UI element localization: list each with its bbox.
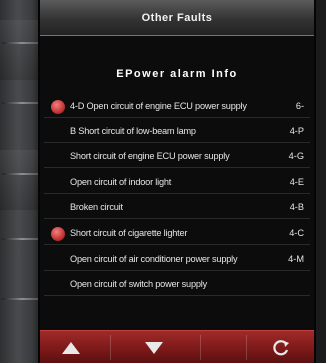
refresh-button[interactable] (256, 335, 306, 360)
refresh-icon (273, 339, 289, 355)
display-screen: Other Faults EPower alarm Info 4-D Open … (38, 0, 316, 363)
fault-code: 4-M (288, 254, 304, 264)
toolbar-divider (200, 335, 201, 360)
fault-text: 4-D Open circuit of engine ECU power sup… (70, 101, 247, 111)
alarm-dot-icon (51, 100, 65, 114)
fault-row[interactable]: Open circuit of indoor light 4-E (44, 172, 310, 194)
fault-row[interactable]: Open circuit of air conditioner power su… (44, 249, 310, 271)
fault-code: 6- (295, 101, 304, 111)
fault-text: Short circuit of engine ECU power supply (70, 151, 230, 161)
fault-code: 4-C (289, 228, 304, 238)
fault-text: Open circuit of indoor light (70, 177, 172, 187)
bezel-ridge (2, 298, 42, 300)
fault-text: Short circuit of cigarette lighter (70, 228, 188, 238)
triangle-up-icon (62, 341, 80, 354)
fault-text: B Short circuit of low-beam lamp (70, 126, 196, 136)
fault-row[interactable]: 4-D Open circuit of engine ECU power sup… (44, 96, 310, 118)
bezel-ridge (2, 42, 42, 44)
triangle-down-icon (145, 341, 163, 354)
toolbar-divider (246, 335, 247, 360)
fault-code: 4-E (289, 177, 304, 187)
title-bar: Other Faults (40, 0, 314, 36)
fault-row[interactable]: Broken circuit 4-B (44, 197, 310, 219)
fault-row[interactable]: Open circuit of switch power supply (44, 274, 310, 296)
fault-text: Broken circuit (70, 202, 123, 212)
bezel-ridge (2, 173, 42, 175)
fault-code: 4-G (288, 151, 304, 161)
fault-code: 4-B (289, 202, 304, 212)
toolbar-divider (110, 335, 111, 360)
panel-subtitle: EPower alarm Info (116, 68, 238, 80)
fault-row[interactable]: Short circuit of engine ECU power supply… (44, 146, 310, 168)
fault-text: Open circuit of air conditioner power su… (70, 254, 238, 264)
fault-row[interactable]: B Short circuit of low-beam lamp 4-P (44, 121, 310, 143)
fault-row[interactable]: Short circuit of cigarette lighter 4-C (44, 223, 310, 245)
window-title: Other Faults (141, 12, 213, 24)
fault-text: Open circuit of switch power supply (70, 279, 207, 289)
fault-code: 4-P (289, 126, 304, 136)
bottom-toolbar (40, 330, 314, 363)
bezel-ridge (2, 102, 42, 104)
scroll-up-button[interactable] (46, 335, 96, 360)
alarm-dot-icon (51, 227, 65, 241)
scroll-down-button[interactable] (124, 335, 184, 360)
bezel-ridge (2, 238, 42, 240)
